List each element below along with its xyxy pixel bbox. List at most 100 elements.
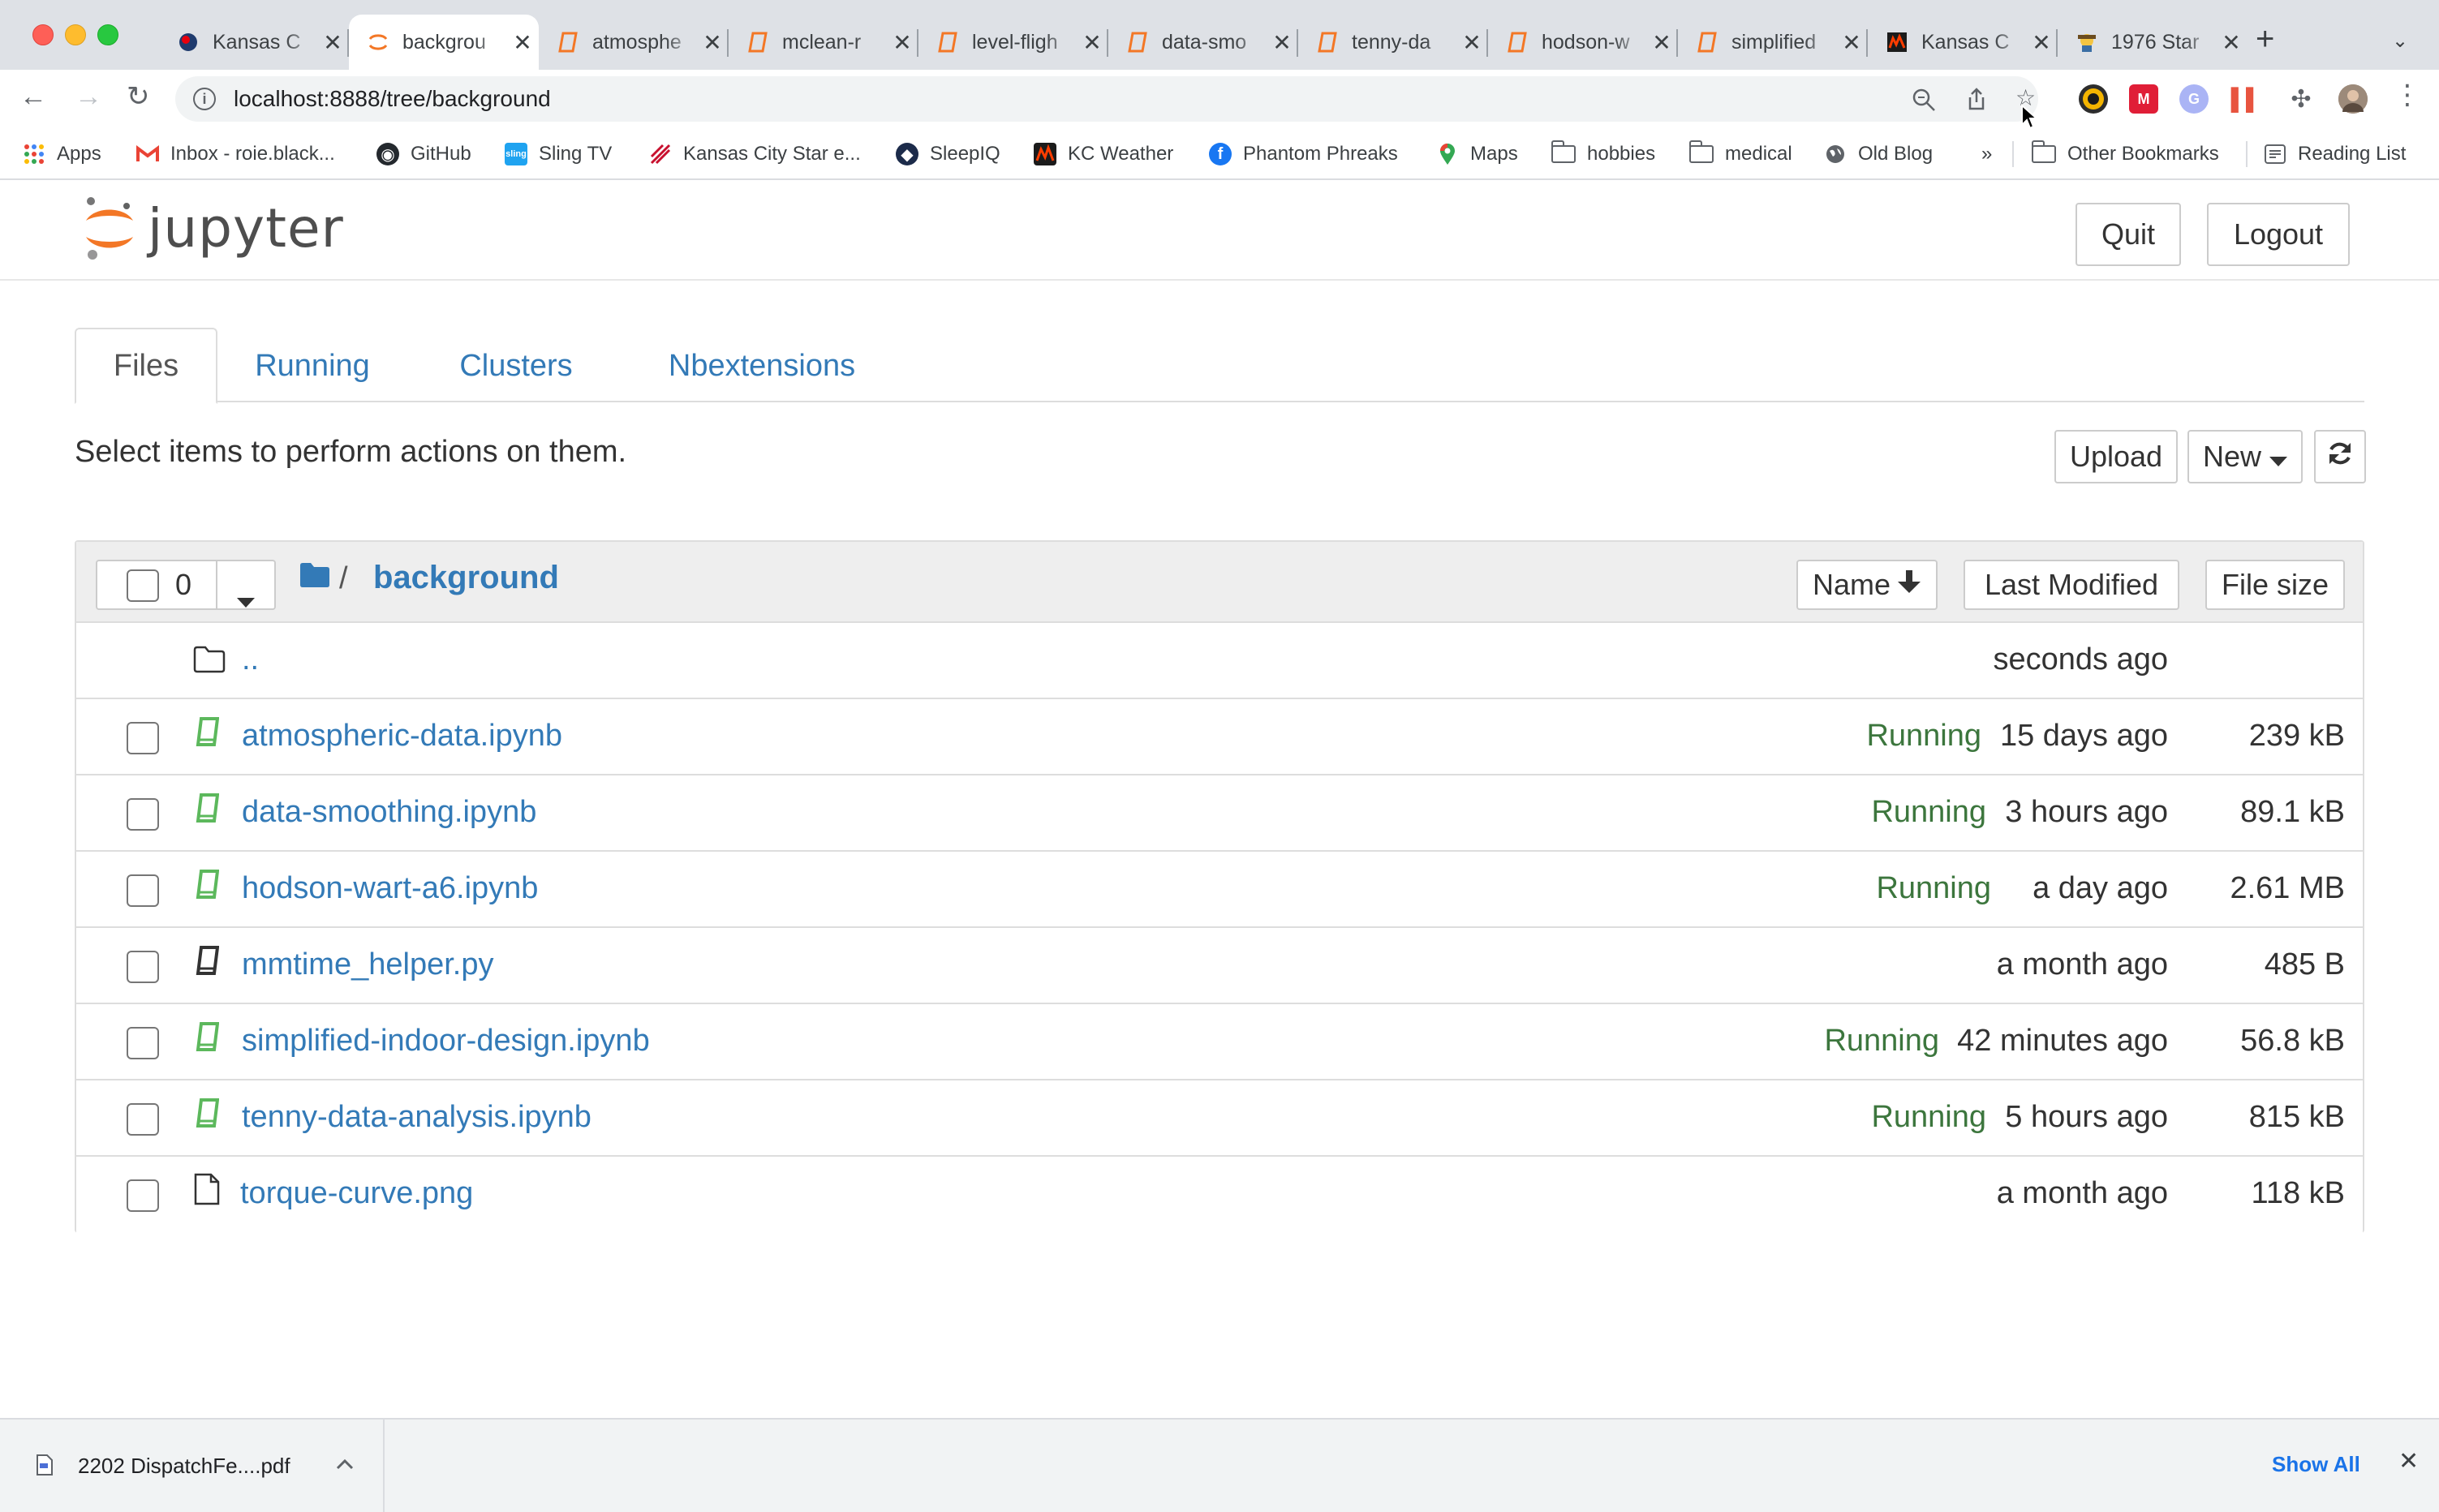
row-checkbox[interactable] (127, 1103, 159, 1136)
browser-tab[interactable]: Kansas C ✕ (159, 15, 349, 70)
tab-close-icon[interactable]: ✕ (1456, 29, 1488, 56)
bookmark-kc-weather[interactable]: KC Weather (1034, 136, 1173, 172)
file-name-link[interactable]: hodson-wart-a6.ipynb (242, 871, 538, 906)
file-name-link[interactable]: atmospheric-data.ipynb (242, 719, 562, 754)
bookmark-github[interactable]: ◉ GitHub (376, 136, 471, 172)
window-close-button[interactable] (32, 24, 54, 45)
extension-icon[interactable] (2079, 84, 2108, 114)
bookmark-phantom-phreaks[interactable]: f Phantom Phreaks (1209, 136, 1398, 172)
file-row[interactable]: atmospheric-data.ipynb Running 15 days a… (76, 699, 2363, 775)
tab-close-icon[interactable]: ✕ (886, 29, 918, 56)
close-download-shelf-icon[interactable]: ✕ (2398, 1447, 2419, 1475)
row-checkbox[interactable] (127, 798, 159, 831)
tab-files[interactable]: Files (75, 328, 217, 404)
extension-icon[interactable]: M (2129, 84, 2158, 114)
sort-by-last-modified-button[interactable]: Last Modified (1964, 560, 2179, 610)
browser-menu-icon[interactable]: ⋮ (2394, 81, 2421, 109)
breadcrumb-current-folder[interactable]: background (373, 560, 559, 596)
bookmark-folder-medical[interactable]: medical (1689, 136, 1792, 172)
sort-by-file-size-button[interactable]: File size (2205, 560, 2345, 610)
parent-directory-link[interactable]: .. (242, 642, 259, 677)
site-info-icon[interactable]: i (193, 88, 216, 110)
tab-running[interactable]: Running (243, 328, 381, 404)
browser-tab[interactable]: Kansas C ✕ (1868, 15, 2058, 70)
tab-close-icon[interactable]: ✕ (696, 29, 729, 56)
file-name-link[interactable]: tenny-data-analysis.ipynb (242, 1100, 591, 1135)
address-bar[interactable]: i localhost:8888/tree/background ☆ (175, 76, 2038, 122)
window-zoom-button[interactable] (97, 24, 118, 45)
logout-button[interactable]: Logout (2207, 203, 2350, 266)
bookmark-old-blog[interactable]: Old Blog (1824, 136, 1933, 172)
tab-close-icon[interactable]: ✕ (1266, 29, 1298, 56)
parent-directory-row[interactable]: .. seconds ago (76, 623, 2363, 699)
share-icon[interactable] (1965, 88, 1988, 118)
tab-nbextensions[interactable]: Nbextensions (652, 328, 871, 404)
file-name-link[interactable]: mmtime_helper.py (242, 947, 493, 982)
profile-avatar[interactable] (2338, 84, 2368, 114)
bookmark-maps[interactable]: Maps (1436, 136, 1518, 172)
new-dropdown-button[interactable]: New (2187, 430, 2303, 483)
tab-close-icon[interactable]: ✕ (2215, 29, 2248, 56)
browser-tab[interactable]: simplified ✕ (1678, 15, 1868, 70)
jupyter-logo[interactable]: jupyter (81, 195, 344, 261)
extension-icon[interactable]: G (2179, 84, 2209, 114)
browser-tab[interactable]: 1976 Star ✕ (2058, 15, 2248, 70)
browser-tab-active[interactable]: backgrou ✕ (349, 15, 539, 70)
browser-tab[interactable]: mclean-r ✕ (729, 15, 918, 70)
file-row[interactable]: torque-curve.png a month ago 118 kB (76, 1157, 2363, 1233)
row-checkbox[interactable] (127, 951, 159, 983)
bookmark-other-bookmarks[interactable]: Other Bookmarks (2032, 136, 2219, 172)
extensions-puzzle-icon[interactable]: ✣ (2286, 84, 2316, 114)
new-tab-icon[interactable]: + (2256, 23, 2274, 55)
file-row[interactable]: data-smoothing.ipynb Running 3 hours ago… (76, 775, 2363, 852)
select-all-checkbox[interactable] (127, 569, 159, 602)
back-icon[interactable]: ← (19, 83, 47, 110)
file-row[interactable]: hodson-wart-a6.ipynb Running a day ago 2… (76, 852, 2363, 928)
file-name-link[interactable]: data-smoothing.ipynb (242, 795, 536, 830)
extension-icon[interactable]: ▌▌ (2231, 84, 2260, 114)
bookmark-sleepiq[interactable]: ◆ SleepIQ (896, 136, 1000, 172)
tab-clusters[interactable]: Clusters (443, 328, 589, 404)
row-checkbox[interactable] (127, 1179, 159, 1212)
row-checkbox[interactable] (127, 1027, 159, 1059)
file-row[interactable]: mmtime_helper.py a month ago 485 B (76, 928, 2363, 1004)
forward-icon[interactable]: → (75, 83, 102, 110)
browser-tab[interactable]: atmosphe ✕ (539, 15, 729, 70)
bookmark-kansas-city-star[interactable]: Kansas City Star e... (649, 136, 861, 172)
download-item[interactable]: 2202 DispatchFe....pdf (0, 1420, 385, 1512)
tab-close-icon[interactable]: ✕ (2025, 29, 2058, 56)
quit-button[interactable]: Quit (2076, 203, 2181, 266)
row-checkbox[interactable] (127, 874, 159, 907)
zoom-icon[interactable] (1912, 88, 1936, 118)
tab-close-icon[interactable]: ✕ (506, 29, 539, 56)
browser-tab[interactable]: data-smo ✕ (1108, 15, 1298, 70)
browser-tab[interactable]: hodson-w ✕ (1488, 15, 1678, 70)
bookmarks-overflow-chevron[interactable]: » (1981, 136, 1992, 172)
file-row[interactable]: simplified-indoor-design.ipynb Running 4… (76, 1004, 2363, 1080)
sort-by-name-button[interactable]: Name (1796, 560, 1938, 610)
upload-button[interactable]: Upload (2054, 430, 2178, 483)
reload-icon[interactable]: ↻ (127, 83, 150, 110)
tab-close-icon[interactable]: ✕ (1835, 29, 1868, 56)
reading-list-button[interactable]: Reading List (2264, 136, 2406, 172)
file-name-link[interactable]: simplified-indoor-design.ipynb (242, 1024, 650, 1059)
tab-close-icon[interactable]: ✕ (1076, 29, 1108, 56)
refresh-button[interactable] (2314, 430, 2366, 483)
bookmark-sling[interactable]: sling Sling TV (505, 136, 612, 172)
tab-close-icon[interactable]: ✕ (316, 29, 349, 56)
select-all-dropdown[interactable]: 0 (96, 560, 276, 610)
tab-search-chevron-icon[interactable]: ⌄ (2392, 29, 2408, 53)
notebook-running-icon (195, 793, 220, 823)
row-checkbox[interactable] (127, 722, 159, 754)
show-all-downloads-button[interactable]: Show All (2272, 1452, 2360, 1477)
tab-close-icon[interactable]: ✕ (1645, 29, 1678, 56)
bookmark-inbox[interactable]: Inbox - roie.black... (136, 136, 335, 172)
file-row[interactable]: tenny-data-analysis.ipynb Running 5 hour… (76, 1080, 2363, 1157)
file-name-link[interactable]: torque-curve.png (240, 1176, 473, 1211)
chevron-up-icon[interactable] (336, 1450, 354, 1475)
bookmark-apps[interactable]: Apps (23, 136, 101, 172)
browser-tab[interactable]: tenny-da ✕ (1298, 15, 1488, 70)
browser-tab[interactable]: level-fligh ✕ (918, 15, 1108, 70)
bookmark-folder-hobbies[interactable]: hobbies (1551, 136, 1655, 172)
window-minimize-button[interactable] (65, 24, 86, 45)
